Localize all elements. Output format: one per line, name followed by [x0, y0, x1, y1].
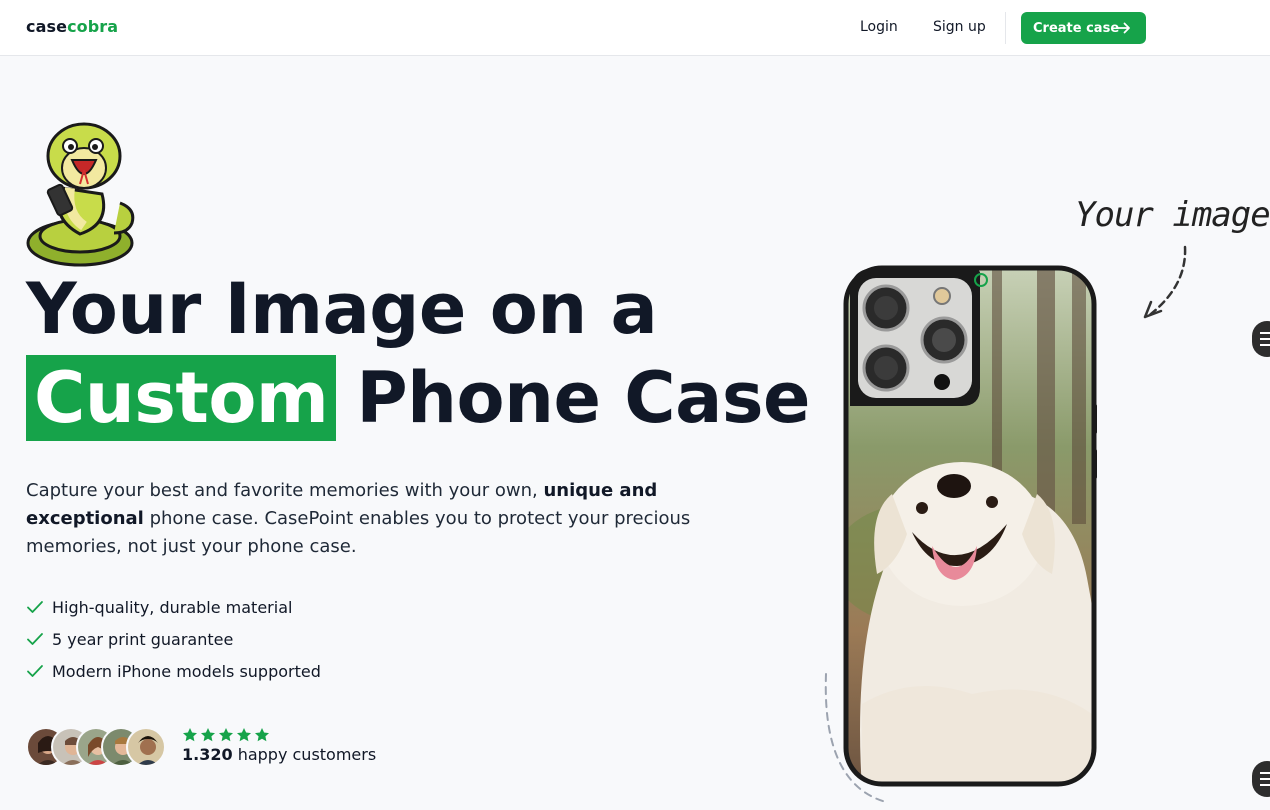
- feature-text: High-quality, durable material: [52, 597, 293, 617]
- hero-title-line1: Your Image on a: [26, 268, 658, 350]
- star-icon: [201, 728, 215, 742]
- hero-title-rest: Phone Case: [356, 357, 811, 439]
- snake-mascot-image: [26, 122, 135, 267]
- floating-menu-button[interactable]: [1252, 321, 1270, 357]
- create-case-button[interactable]: Create case: [1021, 12, 1146, 44]
- nav-divider: [1005, 12, 1006, 44]
- feature-text: 5 year print guarantee: [52, 629, 234, 649]
- check-icon: [27, 633, 43, 645]
- floating-menu-button[interactable]: [1252, 761, 1270, 797]
- dashed-arrow-icon: [1143, 245, 1187, 319]
- customer-avatars: [26, 727, 166, 767]
- feature-item: Modern iPhone models supported: [26, 655, 321, 687]
- top-navbar: casecobra Login Sign up Create case: [0, 0, 1270, 56]
- menu-icon: [1260, 772, 1270, 786]
- feature-text: Modern iPhone models supported: [52, 661, 321, 681]
- star-icon: [219, 728, 233, 742]
- logo-text-case: case: [26, 17, 68, 36]
- arrow-right-icon: [1117, 22, 1130, 34]
- check-icon: [27, 665, 43, 677]
- logo-text-cobra: cobra: [67, 17, 119, 36]
- your-image-annotation: Your image: [1075, 195, 1270, 235]
- star-icon: [237, 728, 251, 742]
- avatar: [126, 727, 166, 767]
- create-case-label: Create case: [1033, 20, 1120, 36]
- menu-icon: [1260, 332, 1270, 346]
- hero-description: Capture your best and favorite memories …: [26, 477, 706, 561]
- customer-count-number: 1.320: [182, 745, 233, 764]
- desc-text-1: Capture your best and favorite memories …: [26, 480, 544, 501]
- feature-item: 5 year print guarantee: [26, 623, 321, 655]
- feature-item: High-quality, durable material: [26, 591, 321, 623]
- login-link[interactable]: Login: [860, 19, 898, 35]
- hero-title-highlight: Custom: [26, 355, 337, 441]
- customer-count-label: happy customers: [232, 745, 377, 764]
- logo[interactable]: casecobra: [26, 17, 118, 36]
- check-icon: [27, 601, 43, 613]
- phone-case-preview-image: [843, 265, 1097, 787]
- star-icon: [183, 728, 197, 742]
- customer-count: 1.320 happy customers: [182, 745, 376, 764]
- signup-link[interactable]: Sign up: [933, 19, 986, 35]
- hero-title-line2: Custom Phone Case: [26, 355, 811, 441]
- star-icon: [255, 728, 269, 742]
- feature-list: High-quality, durable material 5 year pr…: [26, 591, 321, 687]
- rating-stars: [182, 727, 270, 743]
